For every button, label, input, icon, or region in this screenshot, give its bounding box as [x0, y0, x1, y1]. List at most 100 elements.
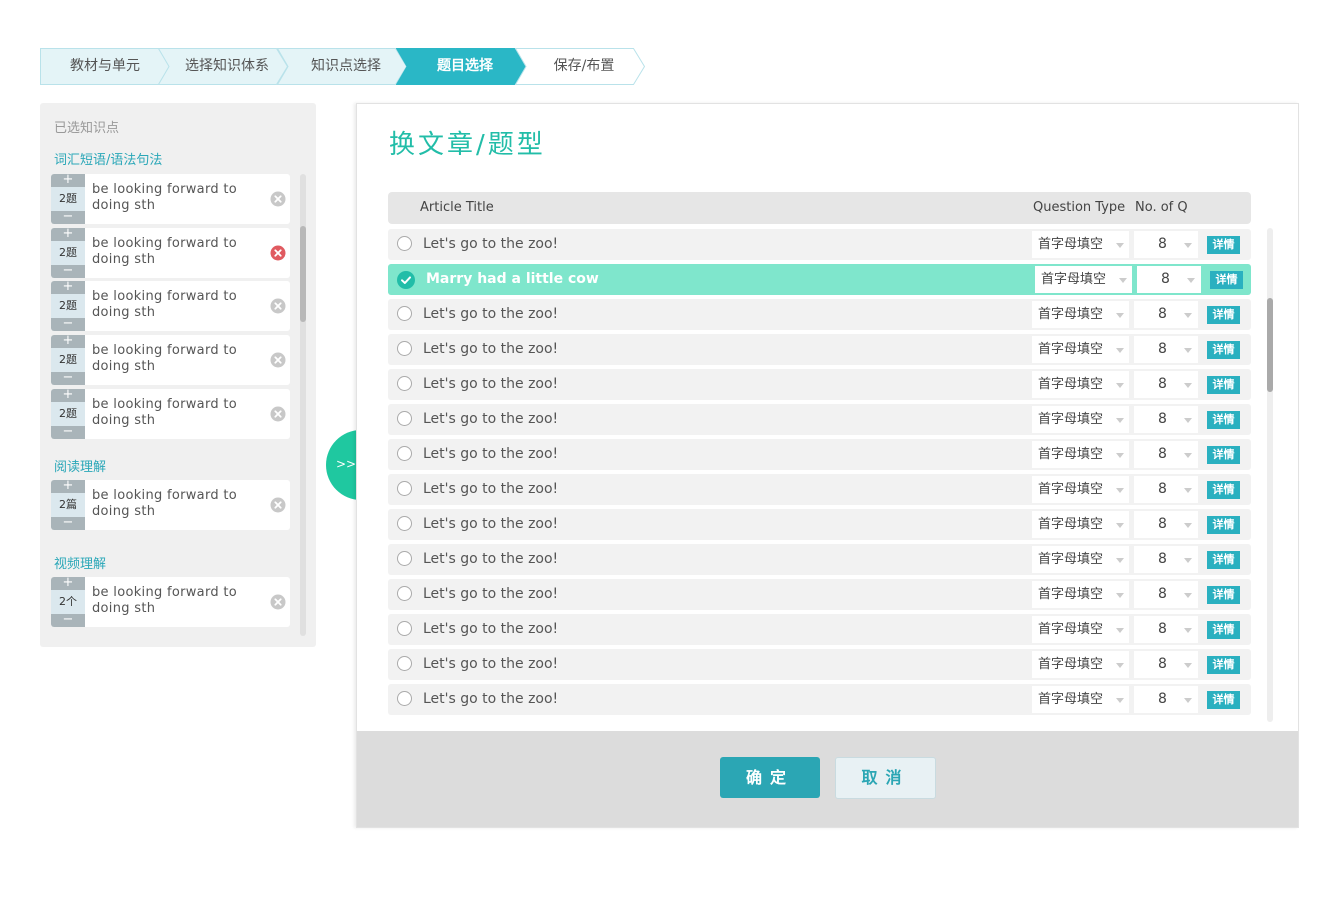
row-radio[interactable]: [397, 551, 412, 566]
question-count-select[interactable]: 8: [1134, 336, 1198, 363]
table-row[interactable]: Let's go to the zoo! 首字母填空 8 详情: [388, 369, 1251, 400]
table-row[interactable]: Let's go to the zoo! 首字母填空 8 详情: [388, 579, 1251, 610]
row-radio[interactable]: [397, 341, 412, 356]
question-count-select[interactable]: 8: [1134, 686, 1198, 713]
question-type-select[interactable]: 首字母填空: [1032, 686, 1129, 713]
detail-button[interactable]: 详情: [1207, 236, 1240, 254]
count-stepper[interactable]: + 2题 −: [51, 334, 85, 385]
decrease-button[interactable]: −: [51, 317, 85, 331]
increase-button[interactable]: +: [51, 280, 85, 294]
remove-icon[interactable]: [270, 191, 286, 207]
count-stepper[interactable]: + 2题 −: [51, 280, 85, 331]
remove-icon[interactable]: [270, 245, 286, 261]
question-type-select[interactable]: 首字母填空: [1032, 651, 1129, 678]
count-stepper[interactable]: + 2题 −: [51, 388, 85, 439]
increase-button[interactable]: +: [51, 334, 85, 348]
detail-button[interactable]: 详情: [1207, 481, 1240, 499]
row-radio[interactable]: [397, 306, 412, 321]
row-radio[interactable]: [397, 621, 412, 636]
row-radio[interactable]: [397, 481, 412, 496]
question-type-select[interactable]: 首字母填空: [1032, 476, 1129, 503]
step-2[interactable]: 选择知识体系: [158, 48, 288, 85]
table-row[interactable]: Marry had a little cow 首字母填空 8 详情: [388, 264, 1251, 295]
decrease-button[interactable]: −: [51, 210, 85, 224]
table-row[interactable]: Let's go to the zoo! 首字母填空 8 详情: [388, 684, 1251, 715]
count-stepper[interactable]: + 2题 −: [51, 227, 85, 278]
decrease-button[interactable]: −: [51, 425, 85, 439]
row-radio[interactable]: [397, 656, 412, 671]
table-row[interactable]: Let's go to the zoo! 首字母填空 8 详情: [388, 334, 1251, 365]
question-type-select[interactable]: 首字母填空: [1032, 371, 1129, 398]
count-stepper[interactable]: + 2个 −: [51, 576, 85, 627]
table-row[interactable]: Let's go to the zoo! 首字母填空 8 详情: [388, 509, 1251, 540]
decrease-button[interactable]: −: [51, 371, 85, 385]
confirm-button[interactable]: 确定: [720, 757, 820, 798]
cancel-button[interactable]: 取消: [835, 757, 936, 799]
question-count-select[interactable]: 8: [1134, 301, 1198, 328]
question-count-select[interactable]: 8: [1134, 581, 1198, 608]
increase-button[interactable]: +: [51, 479, 85, 493]
question-count-select[interactable]: 8: [1134, 511, 1198, 538]
count-stepper[interactable]: + 2篇 −: [51, 479, 85, 530]
question-count-select[interactable]: 8: [1134, 651, 1198, 678]
table-row[interactable]: Let's go to the zoo! 首字母填空 8 详情: [388, 614, 1251, 645]
detail-button[interactable]: 详情: [1207, 446, 1240, 464]
increase-button[interactable]: +: [51, 576, 85, 590]
detail-button[interactable]: 详情: [1207, 621, 1240, 639]
step-3[interactable]: 知识点选择: [277, 48, 407, 85]
detail-button[interactable]: 详情: [1207, 376, 1240, 394]
question-type-select[interactable]: 首字母填空: [1032, 301, 1129, 328]
detail-button[interactable]: 详情: [1207, 551, 1240, 569]
question-count-select[interactable]: 8: [1134, 616, 1198, 643]
question-count-select[interactable]: 8: [1137, 266, 1201, 293]
decrease-button[interactable]: −: [51, 516, 85, 530]
question-type-select[interactable]: 首字母填空: [1032, 511, 1129, 538]
remove-icon[interactable]: [270, 497, 286, 513]
row-radio[interactable]: [397, 516, 412, 531]
remove-icon[interactable]: [270, 352, 286, 368]
question-count-select[interactable]: 8: [1134, 231, 1198, 258]
table-row[interactable]: Let's go to the zoo! 首字母填空 8 详情: [388, 229, 1251, 260]
question-type-select[interactable]: 首字母填空: [1032, 616, 1129, 643]
row-radio[interactable]: [397, 691, 412, 706]
detail-button[interactable]: 详情: [1210, 271, 1243, 289]
list-scrollbar[interactable]: [1267, 228, 1273, 722]
detail-button[interactable]: 详情: [1207, 411, 1240, 429]
table-row[interactable]: Let's go to the zoo! 首字母填空 8 详情: [388, 299, 1251, 330]
step-5[interactable]: 保存/布置: [515, 48, 645, 85]
detail-button[interactable]: 详情: [1207, 691, 1240, 709]
question-count-select[interactable]: 8: [1134, 476, 1198, 503]
detail-button[interactable]: 详情: [1207, 516, 1240, 534]
question-count-select[interactable]: 8: [1134, 371, 1198, 398]
table-row[interactable]: Let's go to the zoo! 首字母填空 8 详情: [388, 649, 1251, 680]
question-type-select[interactable]: 首字母填空: [1032, 441, 1129, 468]
row-radio[interactable]: [397, 411, 412, 426]
table-row[interactable]: Let's go to the zoo! 首字母填空 8 详情: [388, 544, 1251, 575]
table-row[interactable]: Let's go to the zoo! 首字母填空 8 详情: [388, 404, 1251, 435]
detail-button[interactable]: 详情: [1207, 656, 1240, 674]
count-stepper[interactable]: + 2题 −: [51, 173, 85, 224]
question-type-select[interactable]: 首字母填空: [1032, 336, 1129, 363]
list-scrollbar-thumb[interactable]: [1267, 298, 1273, 392]
row-radio[interactable]: [397, 446, 412, 461]
decrease-button[interactable]: −: [51, 264, 85, 278]
question-count-select[interactable]: 8: [1134, 441, 1198, 468]
increase-button[interactable]: +: [51, 173, 85, 187]
check-circle-icon[interactable]: [397, 271, 415, 289]
table-row[interactable]: Let's go to the zoo! 首字母填空 8 详情: [388, 439, 1251, 470]
increase-button[interactable]: +: [51, 388, 85, 402]
table-row[interactable]: Let's go to the zoo! 首字母填空 8 详情: [388, 474, 1251, 505]
step-1[interactable]: 教材与单元: [40, 48, 170, 85]
row-radio[interactable]: [397, 376, 412, 391]
detail-button[interactable]: 详情: [1207, 306, 1240, 324]
question-count-select[interactable]: 8: [1134, 406, 1198, 433]
detail-button[interactable]: 详情: [1207, 341, 1240, 359]
remove-icon[interactable]: [270, 594, 286, 610]
row-radio[interactable]: [397, 586, 412, 601]
row-radio[interactable]: [397, 236, 412, 251]
panel-scrollbar[interactable]: [300, 174, 306, 636]
increase-button[interactable]: +: [51, 227, 85, 241]
question-type-select[interactable]: 首字母填空: [1035, 266, 1132, 293]
decrease-button[interactable]: −: [51, 613, 85, 627]
question-type-select[interactable]: 首字母填空: [1032, 406, 1129, 433]
